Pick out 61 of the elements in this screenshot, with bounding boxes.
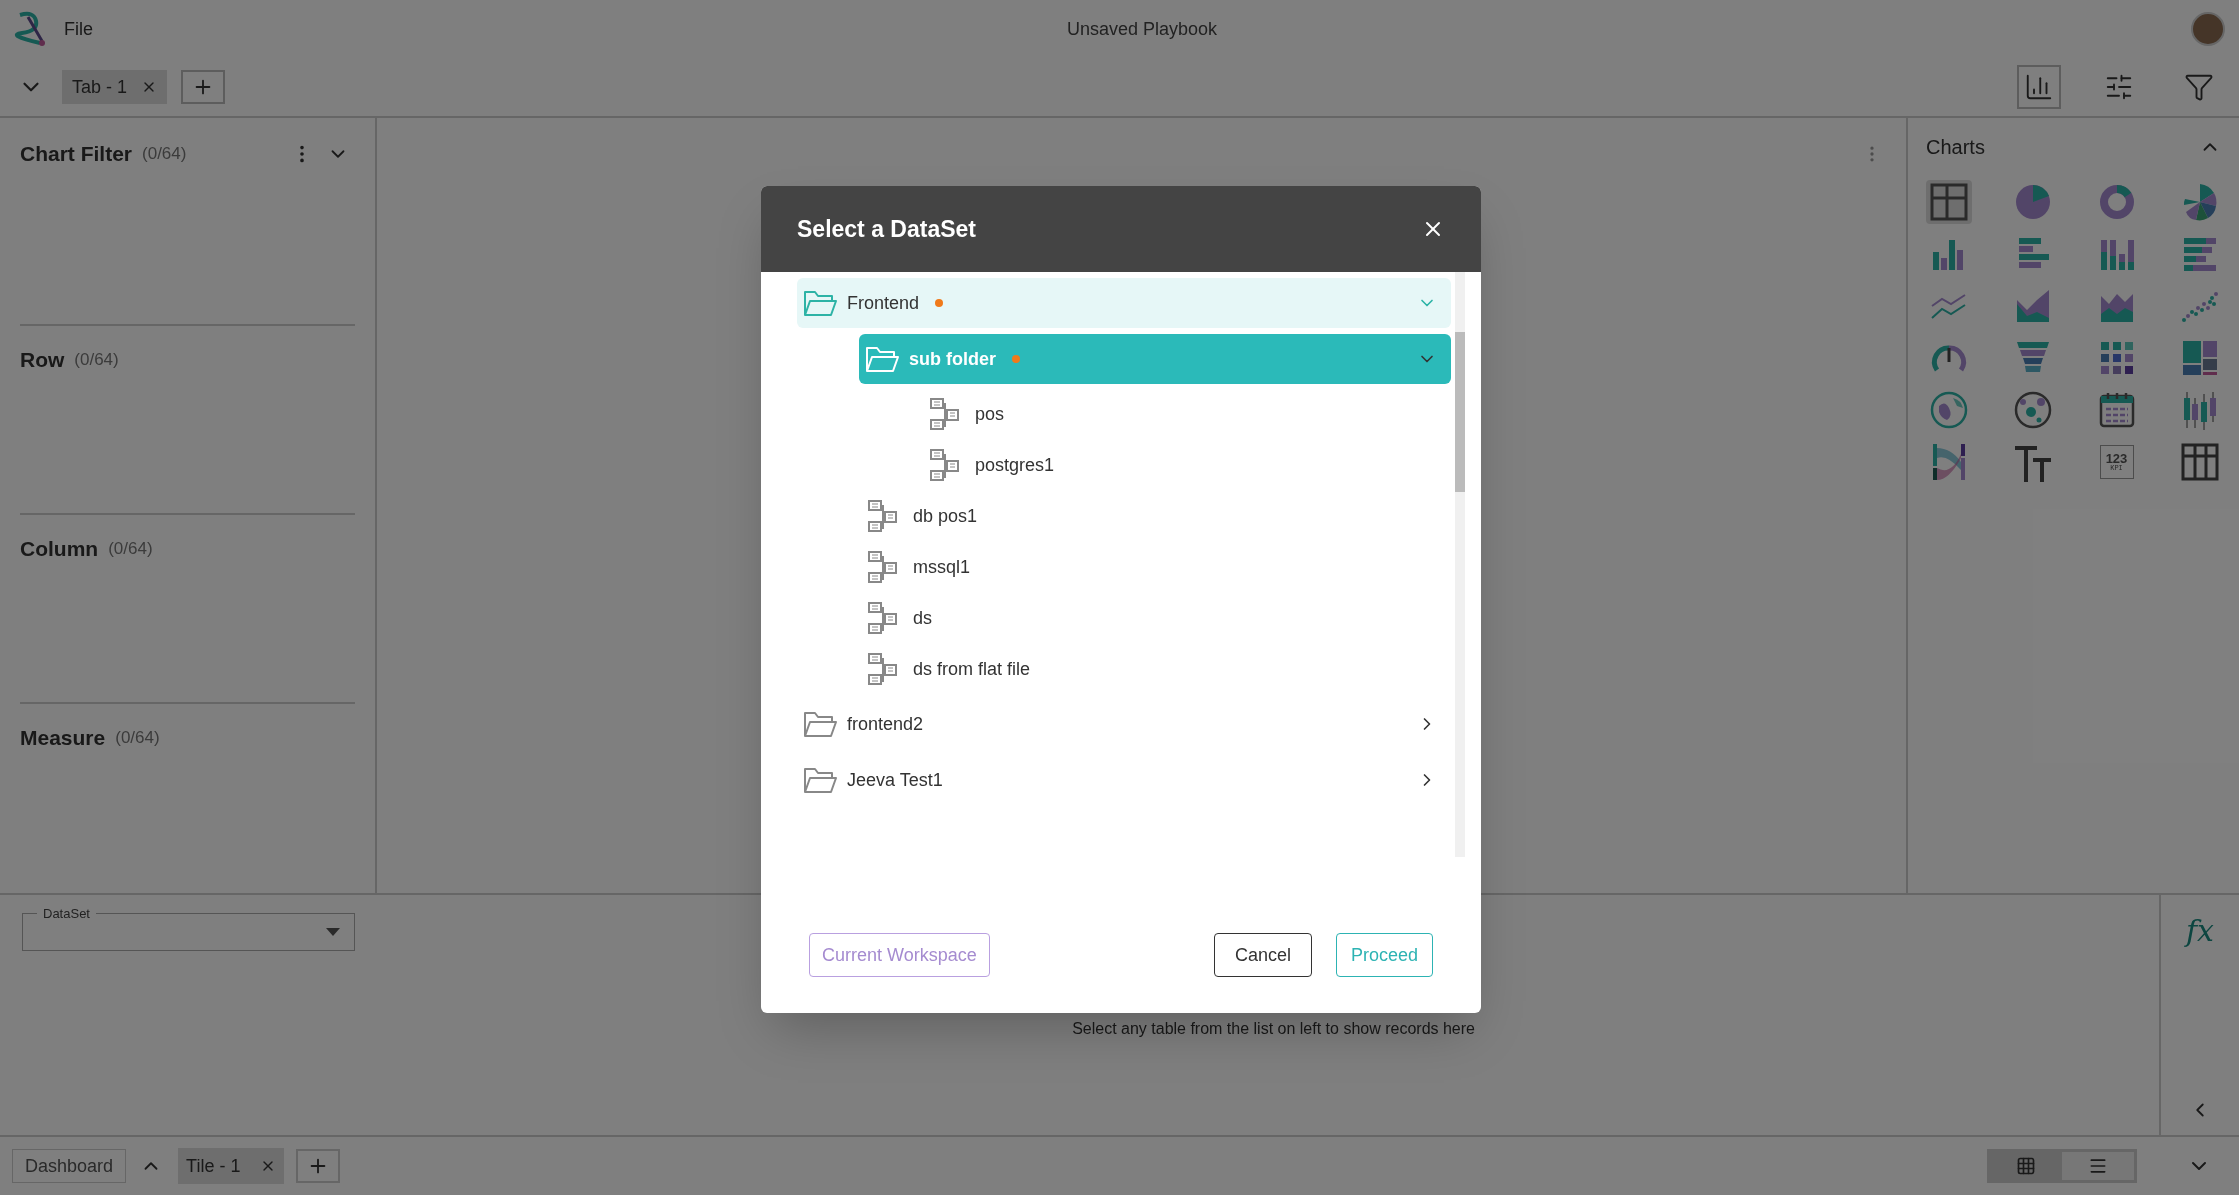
section-title: Chart Filter: [20, 141, 132, 167]
dataset-label: mssql1: [913, 555, 970, 579]
folder-icon: [803, 710, 837, 738]
folder-label: frontend2: [847, 712, 924, 736]
tab-label: Tab - 1: [72, 75, 128, 99]
dataset-icon: [867, 601, 899, 635]
filter-icon: [2184, 72, 2214, 102]
bar-chart-button[interactable]: [2017, 65, 2061, 109]
bar-chart-icon: [2024, 72, 2054, 102]
list-view-button[interactable]: [2062, 1152, 2134, 1180]
dataset-row[interactable]: db pos1: [859, 492, 1451, 540]
dataset-label: ds from flat file: [913, 657, 1031, 681]
folder-row[interactable]: Jeeva Test1: [797, 755, 1451, 805]
dataset-label: pos: [975, 402, 1005, 426]
cancel-button[interactable]: Cancel: [1213, 933, 1312, 977]
dataset-label: postgres1: [975, 453, 1055, 477]
scrollbar[interactable]: [1455, 272, 1465, 857]
folder-icon: [865, 345, 899, 373]
dataset-icon: [929, 448, 961, 482]
avatar[interactable]: [2191, 12, 2225, 46]
dropdown-caret-icon: [326, 928, 340, 936]
kpi-number: 123: [2105, 452, 2128, 465]
chart-type-button[interactable]: [1926, 180, 1972, 224]
section-title: Measure: [20, 724, 106, 751]
folder-row[interactable]: Frontend: [797, 278, 1451, 328]
list-view-icon: [2088, 1156, 2108, 1176]
folder-label: sub folder: [909, 347, 996, 371]
logo-icon: [14, 11, 48, 47]
dataset-label: db pos1: [913, 504, 978, 528]
folder-icon: [803, 766, 837, 794]
section-count: (0/64): [142, 143, 187, 165]
dataset-row[interactable]: pos: [921, 390, 1451, 438]
sliders-icon: [2104, 72, 2134, 102]
section-title: Row: [20, 346, 65, 373]
dataset-icon: [929, 397, 961, 431]
folder-icon: [803, 289, 837, 317]
dataset-icon: [867, 550, 899, 584]
dataset-row[interactable]: ds from flat file: [859, 645, 1451, 693]
playbook-title: Unsaved Playbook: [1066, 17, 1218, 41]
section-title: Column: [20, 535, 99, 562]
folder-row[interactable]: frontend2: [797, 699, 1451, 749]
add-tile-button[interactable]: [296, 1149, 341, 1183]
panel-title: Charts: [1926, 135, 1985, 160]
dashboard-button[interactable]: Dashboard: [12, 1149, 127, 1183]
section-count: (0/64): [74, 348, 119, 371]
section-count: (0/64): [115, 726, 160, 749]
grid-view-icon: [2016, 1156, 2036, 1176]
file-menu[interactable]: File: [64, 15, 93, 43]
dataset-row[interactable]: postgres1: [921, 441, 1451, 489]
empty-records-message: Select any table from the list on left to show records here: [1072, 1019, 1475, 1039]
dataset-label: ds: [913, 606, 932, 630]
add-tab-button[interactable]: [181, 70, 226, 104]
tile-label: Tile - 1: [186, 1154, 241, 1178]
dataset-icon: [867, 499, 899, 533]
dataset-row[interactable]: mssql1: [859, 543, 1451, 591]
dialog-title: Select a DataSet: [797, 214, 976, 244]
dataset-row[interactable]: ds: [859, 594, 1451, 642]
folder-label: Frontend: [847, 291, 920, 315]
folder-label: Jeeva Test1: [847, 768, 943, 792]
section-count: (0/64): [108, 537, 153, 560]
dataset-icon: [867, 652, 899, 686]
